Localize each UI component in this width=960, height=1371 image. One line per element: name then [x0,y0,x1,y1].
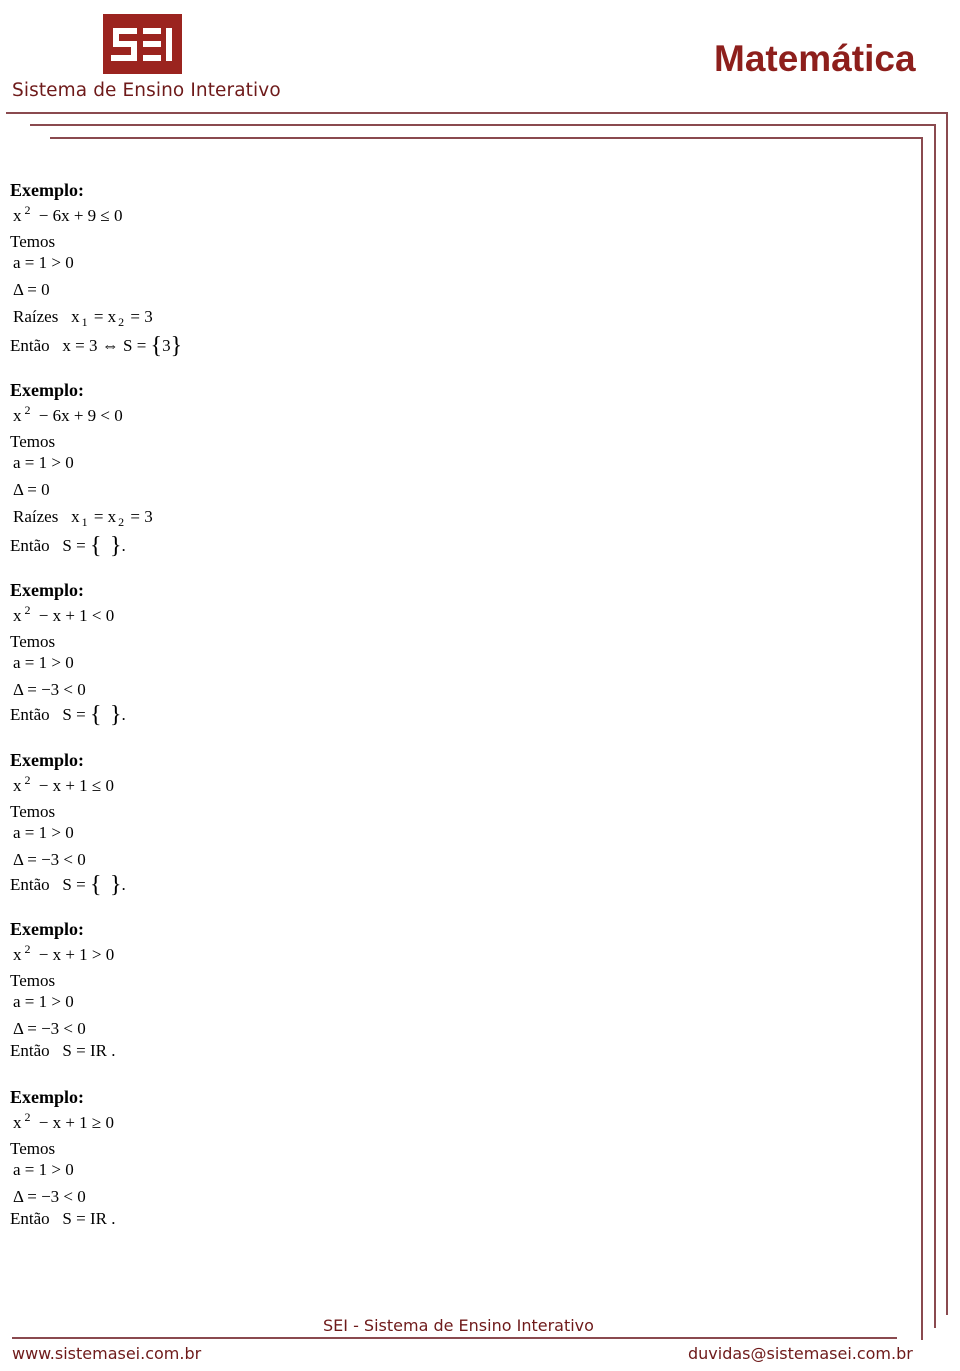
frame-line-inner [50,137,923,139]
example-title: Exemplo: [10,1087,84,1107]
inequality: x2 − x + 1 ≥ 0 [13,1110,115,1132]
inequality: x2 − 6x + 9 < 0 [13,403,123,425]
inequality: x2 − x + 1 ≤ 0 [13,773,115,795]
sei-logo [103,14,182,74]
example-title: Exemplo: [10,180,84,200]
temos-label: Temos [10,971,56,990]
a-coefficient: a = 1 > 0 [13,1160,74,1179]
frame-line-middle [30,124,935,126]
conclusion-line: Então S = { }. [10,872,126,898]
subject-title: Matemática [714,38,916,79]
a-coefficient: a = 1 > 0 [13,992,74,1011]
delta-line: Δ = −3 < 0 [13,850,86,869]
frame-line-inner-vertical [921,137,923,1340]
conclusion-line: Então S = { }. [10,533,126,559]
temos-label: Temos [10,1139,56,1158]
inequality: x2 − x + 1 < 0 [13,603,115,625]
delta-line: Δ = 0 [13,280,50,299]
a-coefficient: a = 1 > 0 [13,253,74,272]
footer-email-link[interactable]: duvidas@sistemasei.com.br [688,1344,913,1363]
footer-website-link[interactable]: www.sistemasei.com.br [12,1344,201,1363]
example-title: Exemplo: [10,750,84,770]
conclusion-line: Então S = IR . [10,1041,116,1060]
temos-label: Temos [10,632,56,651]
conclusion-line: Então S = IR . [10,1209,116,1228]
a-coefficient: a = 1 > 0 [13,823,74,842]
delta-line: Δ = 0 [13,480,50,499]
roots-line: Raízes x1 = x2 = 3 [13,507,153,529]
footer-brand: SEI - Sistema de Ensino Interativo [323,1316,594,1335]
temos-label: Temos [10,232,56,251]
a-coefficient: a = 1 > 0 [13,653,74,672]
example-title: Exemplo: [10,919,84,939]
example-title: Exemplo: [10,380,84,400]
temos-label: Temos [10,802,56,821]
example-title: Exemplo: [10,580,84,600]
delta-line: Δ = −3 < 0 [13,680,86,699]
conclusion-line: Então S = { }. [10,702,126,728]
inequality: x2 − x + 1 > 0 [13,942,115,964]
sei-logo-icon [111,28,172,61]
a-coefficient: a = 1 > 0 [13,453,74,472]
temos-label: Temos [10,432,56,451]
brand-name: Sistema de Ensino Interativo [12,80,281,101]
frame-line-outer [6,112,948,114]
roots-line: Raízes x1 = x2 = 3 [13,307,153,329]
inequality: x2 − 6x + 9 ≤ 0 [13,203,123,225]
frame-line-outer-vertical [946,112,948,1315]
footer-divider [12,1337,897,1339]
frame-line-middle-vertical [934,124,936,1328]
delta-line: Δ = −3 < 0 [13,1019,86,1038]
delta-line: Δ = −3 < 0 [13,1187,86,1206]
conclusion-line: Então x = 3 ⇔ S = {3} [10,333,183,359]
